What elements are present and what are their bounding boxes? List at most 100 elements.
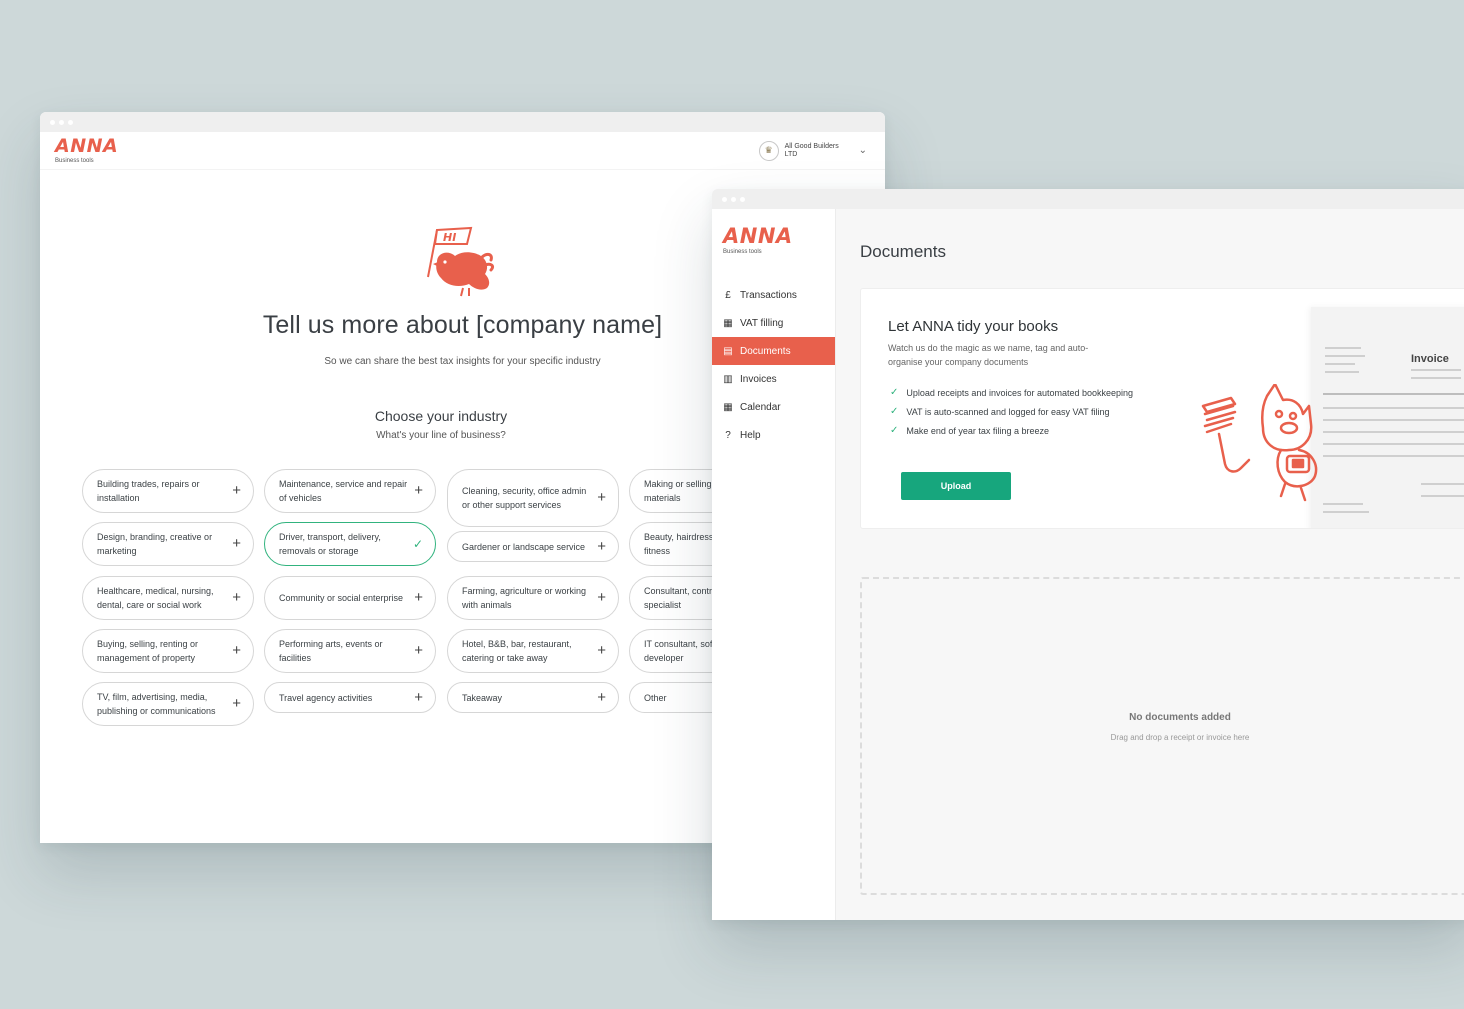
- industry-option[interactable]: Design, branding, creative or marketing +: [82, 522, 254, 566]
- industry-option[interactable]: Performing arts, events or facilities +: [264, 629, 436, 673]
- plus-icon: +: [232, 535, 241, 552]
- logo-word: ANNA: [723, 224, 793, 248]
- dropzone-hint: Drag and drop a receipt or invoice here: [1110, 733, 1250, 742]
- sidebar-item-label: Calendar: [740, 401, 781, 413]
- industry-option-label: Maintenance, service and repair of vehic…: [279, 479, 408, 503]
- document-icon: ▤: [723, 345, 733, 357]
- industry-option[interactable]: Building trades, repairs or installation…: [82, 469, 254, 513]
- sidebar-nav: £ Transactions ▦ VAT filling ▤ Documents…: [712, 281, 835, 449]
- logo-subtitle: Business tools: [723, 249, 762, 255]
- app-header: ANNA Business tools ♛ All Good Builders …: [40, 132, 885, 170]
- check-icon: ✓: [890, 387, 899, 398]
- industry-option[interactable]: Maintenance, service and repair of vehic…: [264, 469, 436, 513]
- industry-option-label: TV, film, advertising, media, publishing…: [97, 692, 216, 716]
- company-crest-icon: ♛: [758, 140, 779, 161]
- industry-option[interactable]: Takeaway +: [447, 682, 619, 713]
- help-icon: ?: [725, 429, 731, 441]
- sidebar: ANNA Business tools £ Transactions ▦ VAT…: [712, 209, 836, 920]
- sidebar-item-label: Transactions: [740, 289, 797, 301]
- page-title: Documents: [860, 242, 946, 261]
- industry-option-label: Farming, agriculture or working with ani…: [462, 586, 587, 610]
- upload-button[interactable]: Upload: [901, 472, 1011, 500]
- plus-icon: +: [414, 688, 423, 706]
- feature-list: ✓ Upload receipts and invoices for autom…: [890, 383, 1133, 440]
- plus-icon: +: [597, 589, 606, 606]
- industry-option[interactable]: TV, film, advertising, media, publishing…: [82, 682, 254, 726]
- feature-text: Make end of year tax filing a breeze: [906, 425, 1049, 436]
- industry-option-label: Gardener or landscape service: [462, 541, 586, 552]
- industry-option[interactable]: Hotel, B&B, bar, restaurant, catering or…: [447, 629, 619, 673]
- plus-icon: +: [232, 642, 241, 659]
- industry-option-label: Design, branding, creative or marketing: [97, 532, 213, 556]
- sidebar-item-help[interactable]: ? Help: [712, 421, 835, 449]
- industry-option[interactable]: Healthcare, medical, nursing, dental, ca…: [82, 576, 254, 620]
- plus-icon: +: [414, 482, 423, 499]
- industry-option[interactable]: Gardener or landscape service +: [447, 531, 619, 562]
- industry-option[interactable]: Travel agency activities +: [264, 682, 436, 713]
- receipt-icon: £: [725, 289, 731, 301]
- plus-icon: +: [232, 695, 241, 712]
- bird-flag-icon: HI: [426, 226, 494, 297]
- card-description: Watch us do the magic as we name, tag an…: [888, 343, 1089, 367]
- invoice-label: Invoice: [1411, 353, 1449, 365]
- sidebar-item-label: Documents: [740, 345, 791, 357]
- sidebar-item-vat-filling[interactable]: ▦ VAT filling: [712, 309, 835, 337]
- industry-option-label: Other: [644, 692, 667, 703]
- feature-text: VAT is auto-scanned and logged for easy …: [906, 406, 1110, 417]
- plus-icon: +: [597, 688, 606, 706]
- calculator-icon: ▦: [723, 317, 733, 329]
- sidebar-item-transactions[interactable]: £ Transactions: [712, 281, 835, 309]
- industry-option[interactable]: Farming, agriculture or working with ani…: [447, 576, 619, 620]
- industry-option-label: Community or social enterprise: [279, 593, 404, 603]
- company-switcher[interactable]: ♛ All Good Builders LTD ⌄: [758, 140, 867, 161]
- industry-option-label: Cleaning, security, office admin or othe…: [462, 486, 587, 510]
- anna-logo[interactable]: ANNA Business tools: [55, 135, 119, 165]
- sidebar-item-invoices[interactable]: ▥ Invoices: [712, 365, 835, 393]
- check-icon: ✓: [890, 406, 899, 417]
- check-icon: ✓: [890, 425, 899, 436]
- logo-subtitle: Business tools: [55, 158, 94, 164]
- documents-main: Documents Let ANNA tidy your books Watch…: [836, 209, 1464, 920]
- industry-option[interactable]: Driver, transport, delivery, removals or…: [264, 522, 436, 566]
- feature-item: ✓ Make end of year tax filing a breeze: [890, 421, 1133, 440]
- invoice-illustration: Invoice: [1311, 307, 1464, 528]
- anna-logo[interactable]: ANNA Business tools: [712, 224, 835, 256]
- check-icon: ✓: [412, 537, 423, 551]
- industry-option[interactable]: Community or social enterprise +: [264, 576, 436, 620]
- chevron-down-icon[interactable]: ⌄: [859, 145, 867, 156]
- sidebar-item-label: Help: [740, 429, 761, 441]
- industry-option[interactable]: Buying, selling, renting or management o…: [82, 629, 254, 673]
- sidebar-item-label: VAT filling: [740, 317, 784, 329]
- industry-option-label: Takeaway: [462, 692, 503, 703]
- plus-icon: +: [414, 589, 423, 606]
- plus-icon: +: [597, 489, 606, 506]
- feature-item: ✓ Upload receipts and invoices for autom…: [890, 383, 1133, 402]
- company-name: All Good Builders LTD: [784, 142, 839, 158]
- sidebar-item-documents[interactable]: ▤ Documents: [712, 337, 835, 365]
- industry-option-label: Buying, selling, renting or management o…: [97, 639, 199, 663]
- sidebar-item-label: Invoices: [740, 373, 777, 385]
- flag-text: HI: [443, 231, 456, 244]
- industry-option[interactable]: Cleaning, security, office admin or othe…: [447, 469, 619, 527]
- industry-option-label: Performing arts, events or facilities: [279, 639, 383, 663]
- mascot-illustration: [1201, 384, 1318, 502]
- documents-window: ANNA Business tools £ Transactions ▦ VAT…: [712, 189, 1464, 920]
- plus-icon: +: [232, 482, 241, 499]
- document-dropzone[interactable]: No documents added Drag and drop a recei…: [860, 577, 1464, 895]
- industry-option-label: Travel agency activities: [279, 692, 373, 703]
- logo-word: ANNA: [55, 135, 119, 157]
- plus-icon: +: [597, 642, 606, 659]
- plus-icon: +: [414, 642, 423, 659]
- feature-text: Upload receipts and invoices for automat…: [906, 387, 1134, 398]
- dropzone-title: No documents added: [1129, 712, 1231, 723]
- industry-option-label: Building trades, repairs or installation: [97, 479, 200, 503]
- industry-option-label: Healthcare, medical, nursing, dental, ca…: [97, 586, 214, 610]
- industry-option-label: Hotel, B&B, bar, restaurant, catering or…: [462, 639, 572, 663]
- intro-card: Let ANNA tidy your books Watch us do the…: [860, 288, 1464, 529]
- plus-icon: +: [232, 589, 241, 606]
- sidebar-item-calendar[interactable]: ▦ Calendar: [712, 393, 835, 421]
- window-titlebar: [712, 189, 1464, 209]
- feature-item: ✓ VAT is auto-scanned and logged for eas…: [890, 402, 1133, 421]
- card-title: Let ANNA tidy your books: [888, 318, 1059, 335]
- window-titlebar: [40, 112, 885, 132]
